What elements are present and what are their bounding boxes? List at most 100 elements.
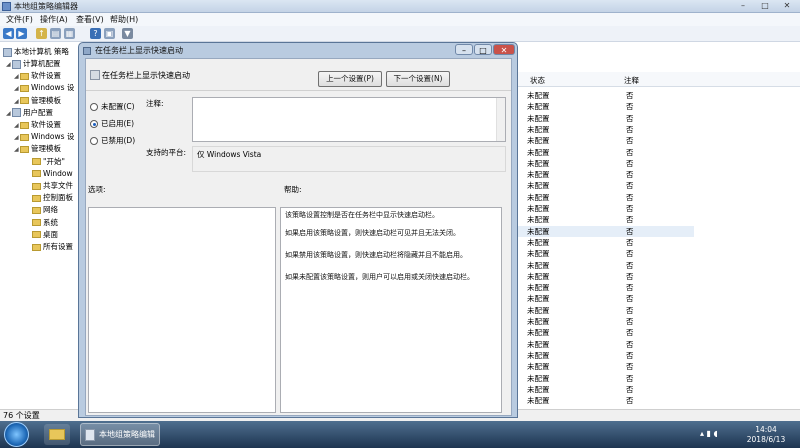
filter-icon[interactable]: ▼ [122, 28, 133, 39]
tree-item[interactable]: 控制面板 [26, 192, 73, 204]
comment-cell: 否 [626, 170, 634, 180]
comment-scrollbar[interactable] [496, 98, 505, 141]
tree-item[interactable]: 系统 [26, 217, 58, 229]
tree-item[interactable]: ◢ 计算机配置 [6, 58, 61, 70]
tree-item-label: 系统 [43, 217, 58, 227]
taskbar-item-gpedit[interactable]: 本地组策略编辑器 [80, 423, 160, 446]
table-row[interactable]: 未配置 否 [518, 147, 694, 158]
table-row[interactable]: 未配置 否 [518, 282, 694, 293]
table-row[interactable]: 未配置 否 [518, 169, 694, 180]
forward-arrow-icon[interactable]: ▶ [16, 28, 27, 39]
table-row[interactable]: 未配置 否 [518, 158, 694, 169]
comment-cell: 否 [626, 91, 634, 100]
column-header-comment[interactable]: 注释 [624, 75, 639, 86]
toolbar: ◀ ▶ ↑ ▤ ▦ ? ▣ ▼ [0, 26, 800, 42]
table-row[interactable]: 未配置 否 [518, 237, 694, 248]
comment-cell: 否 [626, 305, 634, 315]
menu-help[interactable]: 帮助(H) [110, 14, 138, 25]
tray-icons[interactable]: ▴ ▮ ◖ [700, 429, 730, 438]
window-title: 本地组策略编辑器 [14, 2, 78, 11]
tree-item[interactable]: 所有设置 [26, 241, 73, 253]
tree-item[interactable]: ◢ Windows 设 [14, 82, 74, 94]
minimize-button[interactable]: – [734, 1, 752, 11]
tree-item[interactable]: 网络 [26, 204, 58, 216]
tree-item-label: 软件设置 [31, 71, 61, 81]
dialog-maximize-button[interactable]: □ [474, 44, 492, 55]
menu-file[interactable]: 文件(F) [6, 14, 33, 25]
tree-item[interactable]: ◢ 管理模板 [14, 143, 61, 155]
table-row[interactable]: 未配置 否 [518, 260, 694, 271]
platform-box: 仅 Windows Vista [192, 146, 506, 172]
radio-circle [90, 103, 98, 111]
clock[interactable]: 14:04 2018/6/13 [736, 425, 796, 445]
menu-view[interactable]: 查看(V) [76, 14, 104, 25]
comment-cell: 否 [626, 396, 634, 406]
comment-cell: 否 [626, 362, 634, 372]
tree-item[interactable]: 桌面 [26, 229, 58, 241]
tree-item[interactable]: ◢ 软件设置 [14, 119, 61, 131]
table-row[interactable]: 未配置 否 [518, 101, 694, 112]
table-row[interactable]: 未配置 否 [518, 90, 694, 101]
comment-cell: 否 [626, 328, 634, 338]
table-row[interactable]: 未配置 否 [518, 316, 694, 327]
dialog-close-button[interactable]: ✕ [493, 44, 515, 55]
explorer-taskbar-icon[interactable] [44, 424, 70, 445]
table-row[interactable]: 未配置 否 [518, 135, 694, 146]
tree-item[interactable]: Window [26, 168, 73, 180]
table-row[interactable]: 未配置 否 [518, 373, 694, 384]
table-row[interactable]: 未配置 否 [518, 192, 694, 203]
table-row[interactable]: 未配置 否 [518, 339, 694, 350]
radio-enabled[interactable]: 已启用(E) [90, 118, 134, 129]
table-row[interactable]: 未配置 否 [518, 350, 694, 361]
setting-title: 在任务栏上显示快速启动 [102, 71, 190, 80]
table-row[interactable]: 未配置 否 [518, 225, 694, 237]
tree-item[interactable]: "开始" [26, 156, 65, 168]
table-row[interactable]: 未配置 否 [518, 113, 694, 124]
next-setting-button[interactable]: 下一个设置(N) [386, 71, 450, 87]
table-row[interactable]: 未配置 否 [518, 180, 694, 191]
export-list-icon[interactable]: ▦ [64, 28, 75, 39]
maximize-button[interactable]: □ [756, 1, 774, 11]
table-row[interactable]: 未配置 否 [518, 214, 694, 225]
radio-not-configured[interactable]: 未配置(C) [90, 101, 135, 112]
menu-action[interactable]: 操作(A) [40, 14, 68, 25]
table-row[interactable]: 未配置 否 [518, 124, 694, 135]
properties-icon[interactable]: ▣ [104, 28, 115, 39]
show-hide-tree-icon[interactable]: ▤ [50, 28, 61, 39]
table-row[interactable]: 未配置 否 [518, 203, 694, 214]
tree-item-label: 管理模板 [31, 144, 61, 154]
table-row[interactable]: 未配置 否 [518, 384, 694, 395]
help-icon[interactable]: ? [90, 28, 101, 39]
state-cell: 未配置 [527, 226, 550, 236]
table-row[interactable]: 未配置 否 [518, 271, 694, 282]
dialog-minimize-button[interactable]: – [455, 44, 473, 55]
column-header-state[interactable]: 状态 [530, 75, 545, 86]
tree-root[interactable]: 本地计算机 策略 [3, 46, 69, 58]
tree-item[interactable]: ◢ 软件设置 [14, 70, 61, 82]
table-row[interactable]: 未配置 否 [518, 293, 694, 304]
folder-icon [32, 206, 41, 214]
folder-icon [20, 145, 29, 153]
back-arrow-icon[interactable]: ◀ [3, 28, 14, 39]
folder-icon [32, 182, 41, 190]
app-icon [2, 2, 11, 11]
state-cell: 未配置 [527, 136, 550, 146]
table-row[interactable]: 未配置 否 [518, 248, 694, 259]
table-row[interactable]: 未配置 否 [518, 361, 694, 372]
comment-cell: 否 [626, 204, 634, 213]
start-button[interactable] [4, 422, 29, 447]
tree-item[interactable]: ◢ 用户配置 [6, 107, 53, 119]
tree-item[interactable]: ◢ Windows 设 [14, 131, 74, 143]
table-row[interactable]: 未配置 否 [518, 395, 694, 406]
previous-setting-button[interactable]: 上一个设置(P) [318, 71, 382, 87]
table-row[interactable]: 未配置 否 [518, 305, 694, 316]
folder-icon [32, 243, 41, 251]
tree-item[interactable]: 共享文件 [26, 180, 73, 192]
table-row[interactable]: 未配置 否 [518, 327, 694, 338]
comment-cell: 否 [626, 283, 634, 293]
radio-disabled[interactable]: 已禁用(D) [90, 135, 135, 146]
close-button[interactable]: ✕ [778, 1, 796, 11]
comment-textarea[interactable] [192, 97, 506, 142]
tree-item[interactable]: ◢ 管理模板 [14, 95, 61, 107]
up-folder-icon[interactable]: ↑ [36, 28, 47, 39]
